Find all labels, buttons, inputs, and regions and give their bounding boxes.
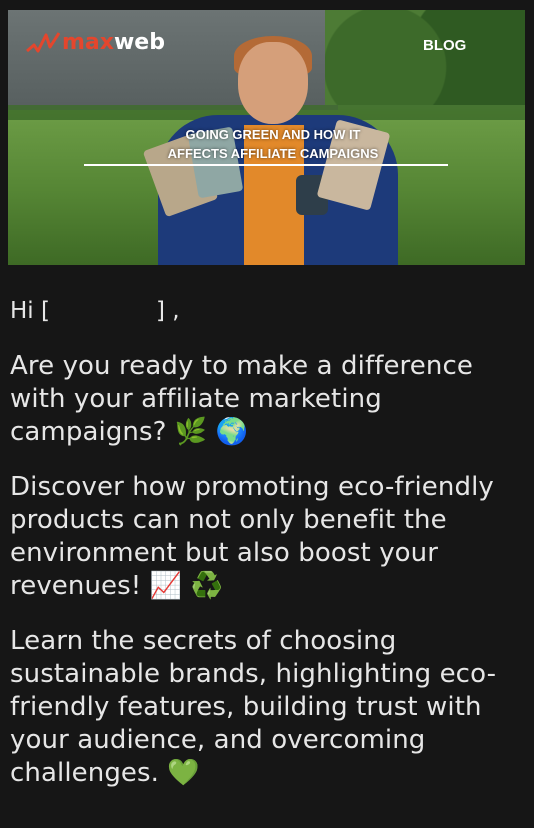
chart-recycle-emoji-icon: 📈 ♻️ <box>149 571 223 601</box>
caption-underline <box>84 164 448 166</box>
paragraph-learn: Learn the secrets of choosing sustainabl… <box>10 625 525 790</box>
logo-text-web: web <box>113 30 165 55</box>
greeting: Hi [ ] , <box>10 296 525 326</box>
caption-line-2: AFFECTS AFFILIATE CAMPAIGNS <box>167 146 379 161</box>
paragraph-text: Discover how promoting eco-friendly prod… <box>10 472 494 601</box>
paragraph-discover: Discover how promoting eco-friendly prod… <box>10 471 525 603</box>
maxweb-logo[interactable]: max web <box>26 30 165 55</box>
greeting-open: Hi [ <box>10 298 50 324</box>
logo-pulse-icon <box>26 31 60 52</box>
nav-blog-link[interactable]: BLOG <box>423 37 466 54</box>
leaf-globe-emoji-icon: 🌿 🌍 <box>174 417 249 447</box>
greeting-close: ] , <box>155 298 180 324</box>
hero-banner-image: max web BLOG GOING GREEN AND HOW IT AFFEC… <box>8 10 525 265</box>
email-body: Hi [ ] , Are you ready to make a differen… <box>10 296 525 812</box>
banner-caption: GOING GREEN AND HOW IT AFFECTS AFFILIATE… <box>108 125 438 163</box>
logo-text-max: max <box>62 30 114 55</box>
green-heart-emoji-icon: 💚 <box>167 758 200 788</box>
paragraph-intro: Are you ready to make a difference with … <box>10 350 525 449</box>
caption-line-1: GOING GREEN AND HOW IT <box>185 127 361 142</box>
face <box>238 42 308 124</box>
paragraph-text: Learn the secrets of choosing sustainabl… <box>10 626 497 788</box>
